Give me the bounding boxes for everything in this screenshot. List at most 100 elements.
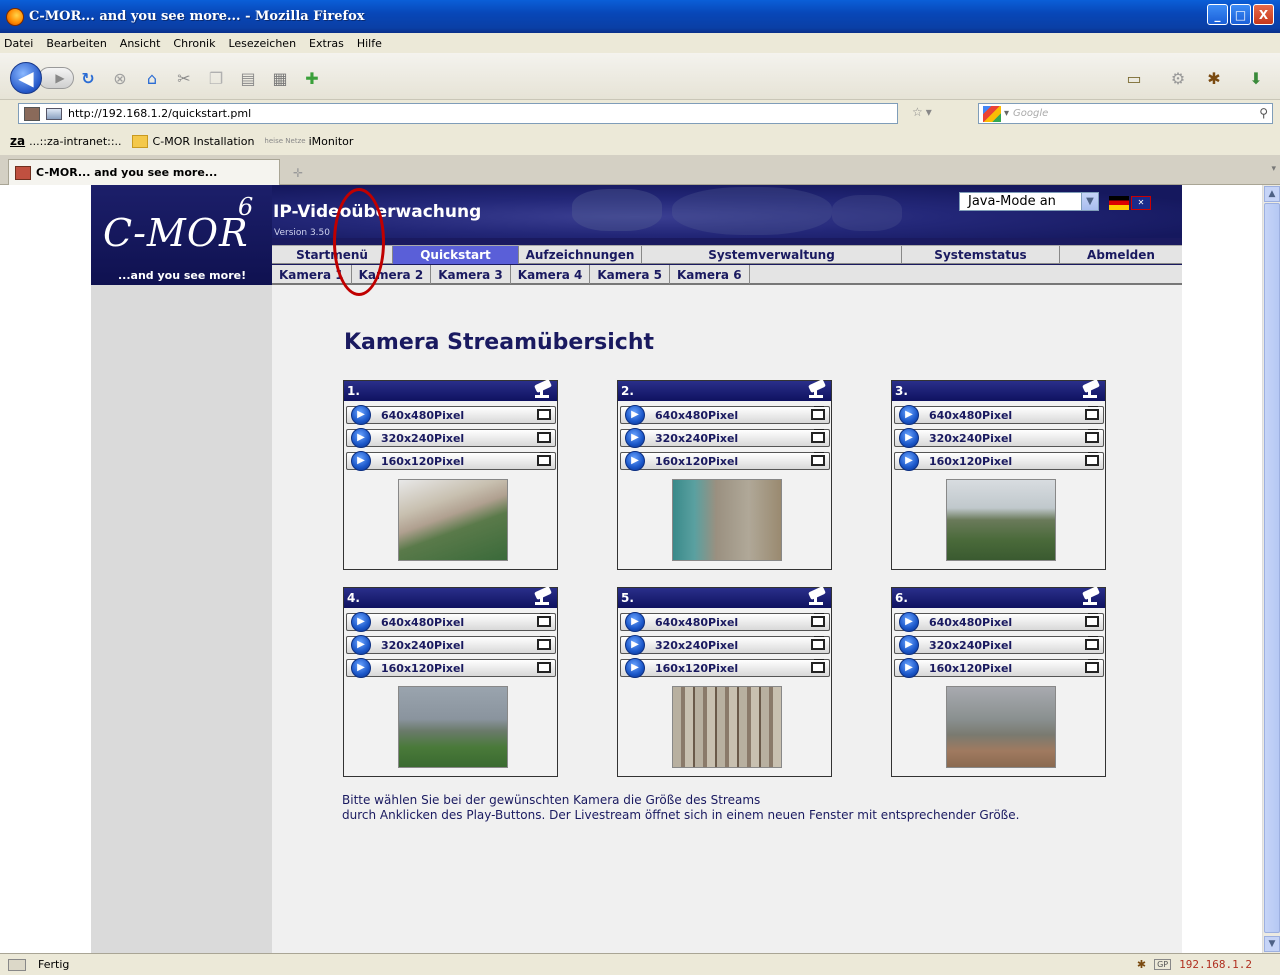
stream-row[interactable]: ▶ 320x240Pixel — [894, 634, 1104, 655]
new-window-icon[interactable] — [811, 636, 825, 650]
cmor-logo[interactable]: C-MOR 6 ...and you see more! — [91, 185, 272, 285]
search-input[interactable]: ▾ Google ⚲ — [978, 103, 1273, 124]
new-window-icon[interactable] — [1085, 429, 1099, 443]
firebug-icon[interactable]: ✱ — [1137, 958, 1146, 971]
new-window-icon[interactable] — [537, 452, 551, 466]
menu-extras[interactable]: Extras — [309, 37, 344, 50]
search-engine-icon[interactable] — [983, 105, 1001, 122]
stream-row[interactable]: ▶ 640x480Pixel — [620, 611, 830, 632]
nav-kamera-3[interactable]: Kamera 3 — [431, 265, 511, 284]
monitor-icon[interactable]: ▭ — [1124, 69, 1144, 88]
bookmark-za-intranet[interactable]: za ...::za-intranet::.. — [10, 134, 122, 148]
copy-icon[interactable]: ❐ — [206, 69, 226, 88]
reload-icon[interactable]: ↻ — [78, 69, 98, 88]
play-button-icon[interactable]: ▶ — [625, 611, 645, 632]
stream-row[interactable]: ▶ 640x480Pixel — [620, 404, 830, 425]
maximize-button[interactable]: □ — [1230, 4, 1251, 25]
nav-kamera-6[interactable]: Kamera 6 — [670, 265, 750, 284]
menu-datei[interactable]: Datei — [4, 37, 33, 50]
camera-snapshot-image[interactable] — [398, 479, 508, 561]
stop-icon[interactable]: ⊗ — [110, 69, 130, 88]
play-button-icon[interactable]: ▶ — [899, 634, 919, 655]
history-dropdown-icon[interactable]: ▾ — [926, 105, 932, 119]
scroll-down-icon[interactable]: ▼ — [1264, 936, 1280, 952]
stream-row[interactable]: ▶ 640x480Pixel — [346, 611, 556, 632]
play-button-icon[interactable]: ▶ — [625, 657, 645, 678]
play-button-icon[interactable]: ▶ — [351, 657, 371, 678]
gp-badge[interactable]: GP — [1154, 959, 1172, 970]
stream-row[interactable]: ▶ 160x120Pixel — [620, 450, 830, 471]
chevron-down-icon[interactable]: ▼ — [1081, 193, 1098, 210]
nav-aufzeichnungen[interactable]: Aufzeichnungen — [519, 246, 642, 264]
new-window-icon[interactable] — [1085, 452, 1099, 466]
new-window-icon[interactable] — [1085, 406, 1099, 420]
play-button-icon[interactable]: ▶ — [625, 450, 645, 471]
camera-snapshot-image[interactable] — [946, 479, 1056, 561]
site-identity-icon[interactable] — [24, 106, 40, 121]
stream-row[interactable]: ▶ 320x240Pixel — [346, 634, 556, 655]
close-button[interactable]: X — [1253, 4, 1274, 25]
menu-chronik[interactable]: Chronik — [173, 37, 215, 50]
gear-icon[interactable]: ⚙ — [1168, 69, 1188, 88]
home-icon[interactable]: ⌂ — [142, 69, 162, 88]
back-button[interactable]: ◀ — [10, 62, 42, 94]
tab-list-icon[interactable]: ▾ — [1271, 164, 1276, 174]
camera-snapshot-image[interactable] — [946, 686, 1056, 768]
play-button-icon[interactable]: ▶ — [625, 427, 645, 448]
new-tab-button[interactable]: ✛ — [284, 163, 312, 183]
play-button-icon[interactable]: ▶ — [625, 634, 645, 655]
play-button-icon[interactable]: ▶ — [899, 657, 919, 678]
nav-kamera-4[interactable]: Kamera 4 — [511, 265, 591, 284]
menu-bearbeiten[interactable]: Bearbeiten — [46, 37, 106, 50]
camera-snapshot-image[interactable] — [672, 479, 782, 561]
new-window-icon[interactable] — [537, 406, 551, 420]
scrollbar-thumb[interactable] — [1264, 203, 1280, 933]
stream-row[interactable]: ▶ 160x120Pixel — [620, 657, 830, 678]
paste-icon[interactable]: ▤ — [238, 69, 258, 88]
stream-row[interactable]: ▶ 320x240Pixel — [620, 634, 830, 655]
download-icon[interactable]: ⬇ — [1246, 69, 1266, 88]
stream-row[interactable]: ▶ 640x480Pixel — [346, 404, 556, 425]
new-window-icon[interactable] — [811, 659, 825, 673]
bookmark-star-icon[interactable]: ☆ — [912, 105, 923, 119]
nav-systemverwaltung[interactable]: Systemverwaltung — [642, 246, 902, 264]
new-window-icon[interactable] — [537, 429, 551, 443]
status-ip[interactable]: 192.168.1.2 — [1179, 958, 1252, 971]
new-window-icon[interactable] — [537, 613, 551, 627]
stream-row[interactable]: ▶ 160x120Pixel — [894, 657, 1104, 678]
new-window-icon[interactable] — [811, 613, 825, 627]
cut-icon[interactable]: ✂ — [174, 69, 194, 88]
new-tab-icon[interactable]: ✚ — [302, 69, 322, 88]
play-button-icon[interactable]: ▶ — [351, 404, 371, 425]
search-engine-dropdown-icon[interactable]: ▾ — [1004, 108, 1009, 119]
search-icon[interactable]: ⚲ — [1259, 106, 1268, 120]
minimize-button[interactable]: _ — [1207, 4, 1228, 25]
play-button-icon[interactable]: ▶ — [899, 404, 919, 425]
menu-lesezeichen[interactable]: Lesezeichen — [228, 37, 296, 50]
play-button-icon[interactable]: ▶ — [899, 450, 919, 471]
new-window-icon[interactable] — [537, 636, 551, 650]
nav-systemstatus[interactable]: Systemstatus — [902, 246, 1060, 264]
camera-snapshot-image[interactable] — [398, 686, 508, 768]
new-window-icon[interactable] — [1085, 659, 1099, 673]
stream-row[interactable]: ▶ 640x480Pixel — [894, 404, 1104, 425]
forward-button[interactable]: ▶ — [38, 67, 74, 89]
play-button-icon[interactable]: ▶ — [351, 450, 371, 471]
nav-quickstart[interactable]: Quickstart — [393, 246, 519, 264]
new-window-icon[interactable] — [1085, 636, 1099, 650]
play-button-icon[interactable]: ▶ — [899, 427, 919, 448]
play-button-icon[interactable]: ▶ — [351, 634, 371, 655]
play-button-icon[interactable]: ▶ — [625, 404, 645, 425]
bookmark-cmor-installation[interactable]: C-MOR Installation — [131, 134, 254, 148]
scroll-up-icon[interactable]: ▲ — [1264, 186, 1280, 202]
german-flag-icon[interactable] — [1109, 196, 1129, 210]
print-icon[interactable]: ▦ — [270, 69, 290, 88]
stream-row[interactable]: ▶ 320x240Pixel — [346, 427, 556, 448]
play-button-icon[interactable]: ▶ — [351, 611, 371, 632]
nav-abmelden[interactable]: Abmelden — [1060, 246, 1182, 264]
new-window-icon[interactable] — [811, 452, 825, 466]
address-bar[interactable]: http://192.168.1.2/quickstart.pml — [18, 103, 898, 124]
stream-row[interactable]: ▶ 160x120Pixel — [346, 450, 556, 471]
uk-flag-icon[interactable]: ✕ — [1131, 196, 1151, 210]
tab-cmor[interactable]: C-MOR... and you see more... — [8, 159, 280, 185]
